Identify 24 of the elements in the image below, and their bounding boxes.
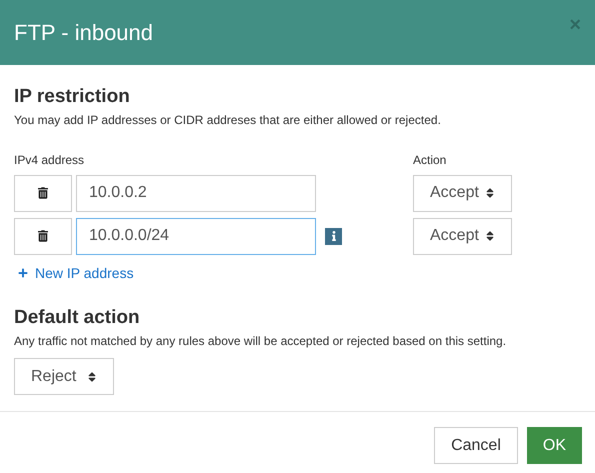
- delete-button[interactable]: [14, 174, 72, 212]
- action-select[interactable]: Accept: [413, 174, 512, 212]
- info-icon[interactable]: [325, 228, 342, 245]
- action-select[interactable]: Reject: [14, 358, 114, 395]
- section-description: Any traffic not matched by any rules above will be accepted or rejected based on this setting.: [14, 333, 508, 350]
- trash-icon: [38, 187, 48, 200]
- ip-address-field[interactable]: 10.0.0.0/24: [76, 218, 316, 255]
- section-description: You may add IP addresses or CIDR addreses that are either allowed or rejected.: [14, 112, 442, 129]
- sort-icon: [485, 230, 495, 242]
- ip-address-field[interactable]: 10.0.0.2: [76, 174, 316, 212]
- dialog-title: FTP - inbound: [14, 19, 154, 47]
- section-heading: Default action: [14, 306, 141, 330]
- plus-icon: [18, 268, 28, 278]
- section-heading: IP restriction: [14, 85, 131, 109]
- cancel-button[interactable]: Cancel: [434, 427, 518, 464]
- ok-button[interactable]: OK: [526, 427, 582, 464]
- sort-icon: [485, 187, 495, 200]
- trash-icon: [38, 230, 48, 242]
- delete-button[interactable]: [14, 218, 72, 255]
- new-ip-address-link[interactable]: New IP address: [18, 262, 134, 284]
- action-select[interactable]: Accept: [413, 218, 512, 255]
- field-label: IPv4 address: [14, 152, 86, 169]
- field-label: Action: [413, 152, 446, 169]
- sort-icon: [87, 370, 97, 382]
